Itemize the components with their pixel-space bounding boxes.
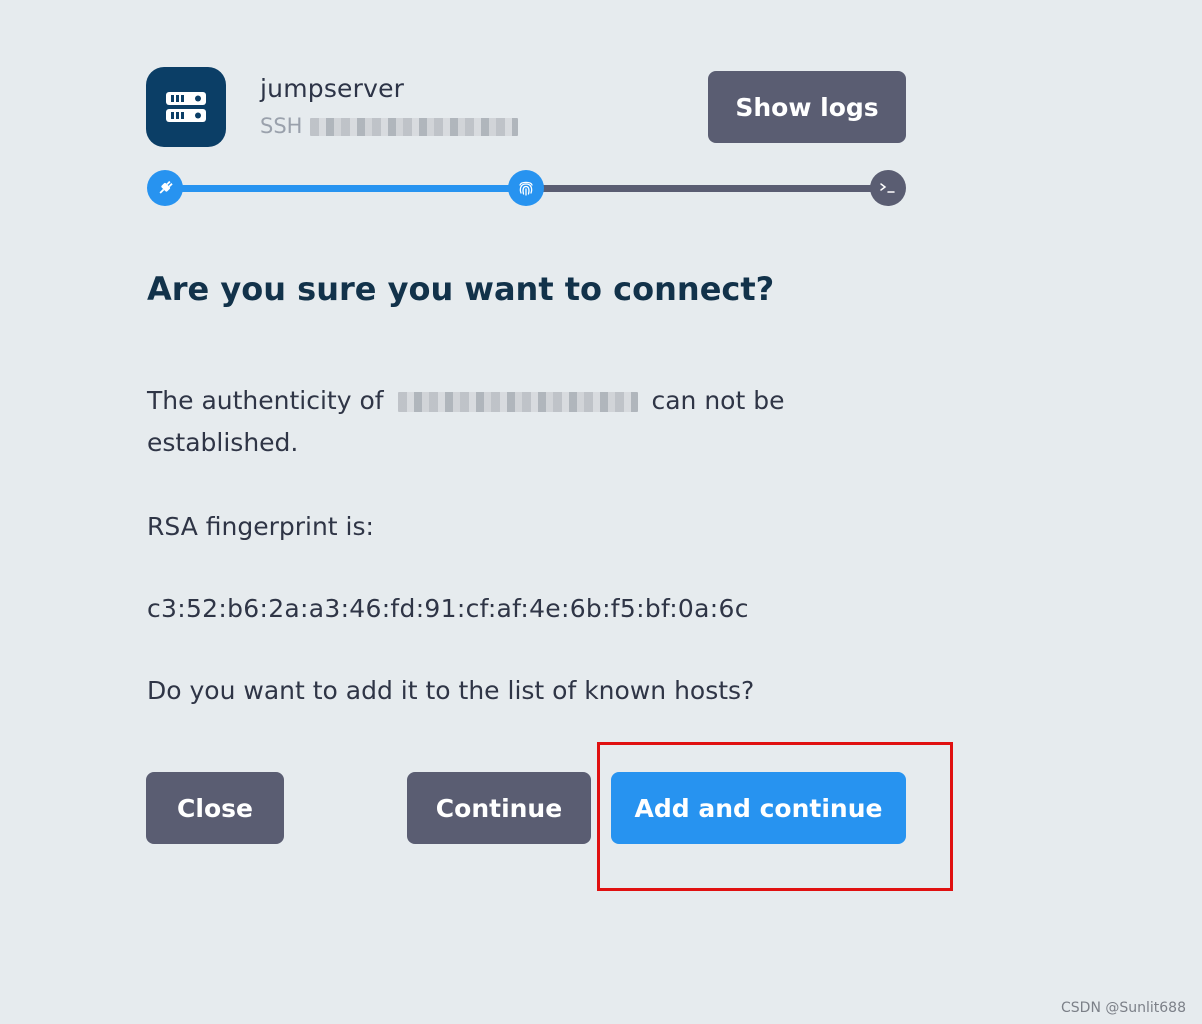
- progress-track-complete: [165, 185, 526, 192]
- terminal-icon: [870, 170, 906, 206]
- host-protocol: SSH: [260, 114, 303, 138]
- host-subtitle: SSH: [260, 114, 519, 138]
- rsa-label: RSA fingerprint is:: [147, 512, 374, 541]
- close-button[interactable]: Close: [146, 772, 284, 844]
- server-icon: [146, 67, 226, 147]
- redacted-host: [397, 392, 638, 412]
- fingerprint-icon: [508, 170, 544, 206]
- redacted-address: [310, 118, 519, 136]
- host-name: jumpserver: [260, 74, 405, 103]
- ssh-connect-page: jumpserver SSH Show logs Are you sure yo…: [0, 0, 1202, 1024]
- show-logs-button[interactable]: Show logs: [708, 71, 906, 143]
- continue-button[interactable]: Continue: [407, 772, 591, 844]
- watermark: CSDN @Sunlit688: [1061, 1000, 1186, 1016]
- known-hosts-question: Do you want to add it to the list of kno…: [147, 676, 755, 705]
- plug-icon: [147, 170, 183, 206]
- annotation-highlight-box: [597, 742, 953, 891]
- dialog-heading: Are you sure you want to connect?: [147, 270, 775, 308]
- progress-track-pending: [526, 185, 888, 192]
- authenticity-prefix: The authenticity of: [147, 386, 384, 415]
- authenticity-message: The authenticity of can not be establish…: [147, 380, 797, 464]
- rsa-fingerprint: c3:52:b6:2a:a3:46:fd:91:cf:af:4e:6b:f5:b…: [147, 594, 749, 623]
